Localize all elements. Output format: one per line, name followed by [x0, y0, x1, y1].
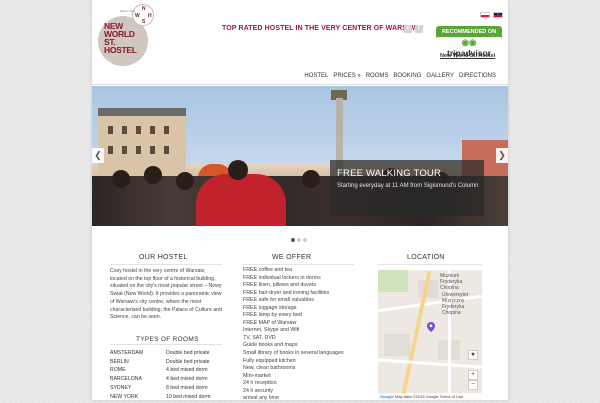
list-item: arrival any time: [243, 395, 279, 402]
chevron-right-icon: ❯: [498, 150, 506, 160]
list-item: FREE coffee and tea: [243, 267, 293, 273]
list-item: FREE safe for small valuables: [243, 297, 314, 304]
list-item: BARCELONA 4 bed mixed dorm: [110, 375, 226, 384]
nav-booking[interactable]: BOOKING: [393, 73, 421, 79]
polish-flag-icon[interactable]: [480, 12, 490, 18]
tagline: TOP RATED HOSTEL IN THE VERY CENTER OF W…: [222, 25, 419, 32]
map-footer: Google Map data ©2016 Google Terms of Us…: [378, 393, 482, 400]
page-container: NEW WORLD ST. HOSTEL N W H S Patron Org …: [92, 0, 508, 403]
zoom-out-button[interactable]: −: [468, 380, 478, 390]
hero-slider[interactable]: ❮ ❯ FREE WALKING TOUR Starting everyday …: [92, 86, 508, 226]
list-item: 24 h reception: [243, 380, 277, 387]
zoom-in-button[interactable]: +: [468, 370, 478, 380]
divider: [378, 264, 482, 265]
location-title: LOCATION: [407, 254, 445, 261]
room-type: 4 bed mixed dorm: [166, 376, 208, 383]
slide-caption: FREE WALKING TOUR Starting everyday at 1…: [330, 160, 484, 216]
compass-badge-icon: N W H S: [132, 4, 154, 26]
badge-letter: W: [135, 13, 140, 19]
hostel-logo[interactable]: NEW WORLD ST. HOSTEL N W H S Patron Org: [98, 4, 156, 66]
list-item: AMSTERDAM Double bed private: [110, 349, 226, 358]
nav-hostel[interactable]: HOSTEL: [304, 73, 328, 79]
logo-line: HOSTEL: [104, 45, 137, 55]
chevron-left-icon: ❮: [94, 150, 102, 160]
slider-prev-button[interactable]: ❮: [92, 148, 104, 163]
list-item: BERLIN Double bed private: [110, 358, 226, 367]
badge-small-text: Patron Org: [120, 9, 135, 13]
room-type: Double bed private: [166, 358, 210, 365]
room-name: SYDNEY: [110, 384, 132, 391]
tripadvisor-link[interactable]: New World St. Hostel: [440, 53, 495, 59]
main-nav: HOSTEL PRICES » ROOMS BOOKING GALLERY DI…: [304, 73, 496, 79]
room-type: 4 bed mixed dorm: [166, 367, 208, 374]
badge-letter: H: [148, 13, 152, 19]
rooms-list: AMSTERDAM Double bed private BERLIN Double…: [110, 349, 226, 401]
list-item: Fully equipped kitchen: [243, 357, 296, 364]
slide-photo-person: [196, 174, 286, 226]
list-item: Guide books and maps: [243, 342, 298, 349]
list-item: 24 h security: [243, 387, 274, 394]
room-name: ROME: [110, 367, 126, 374]
map-terms-link[interactable]: Terms of Use: [440, 394, 464, 399]
list-item: FREE hair-dryer and ironing facilities: [243, 289, 330, 296]
our-hostel-text: Cosy hostel in the very centre of Warsaw…: [110, 268, 222, 321]
map-data-attribution: Map data ©2016 Google: [394, 394, 439, 399]
caption-title: FREE WALKING TOUR: [337, 168, 442, 179]
list-item: Small library of books in several langua…: [243, 350, 344, 357]
divider: [242, 264, 354, 265]
badge-letter: N: [142, 6, 146, 12]
tripadvisor-recommended-text: RECOMMENDED ON: [441, 29, 497, 35]
map-label-museum: Muzeum Fryderyka Chopina: [440, 273, 463, 291]
divider: [110, 344, 222, 345]
slider-pagination: [291, 238, 307, 242]
nav-prices[interactable]: PRICES »: [333, 73, 360, 79]
room-name: BARCELONA: [110, 376, 142, 383]
our-hostel-title: OUR HOSTEL: [139, 254, 188, 261]
rooms-title: TYPES OF ROOMS: [136, 336, 199, 343]
facebook-icon[interactable]: f: [415, 25, 423, 33]
divider: [110, 264, 222, 265]
list-item: SYDNEY 8 bed mixed dorm: [110, 384, 226, 393]
map-pin-icon[interactable]: [427, 322, 435, 332]
owl-icon: ◉◉: [461, 37, 477, 47]
slider-next-button[interactable]: ❯: [496, 148, 508, 163]
google-logo: Google: [380, 394, 394, 399]
slider-dot[interactable]: [303, 238, 307, 242]
list-item: New, clean bathrooms: [243, 365, 296, 372]
location-map[interactable]: Muzeum Fryderyka Chopina Uniwersytet Muz…: [378, 270, 482, 400]
list-item: FREE individual lockers in dorms: [243, 274, 321, 281]
we-offer-list: FREE coffee and tea FREE individual lock…: [243, 267, 344, 403]
pegman-icon[interactable]: ●: [468, 350, 478, 360]
map-label-university: Uniwersytet Muzyczny Fryderyka Chopina: [442, 292, 469, 316]
list-item: TV, SAT, DVD: [243, 334, 276, 341]
tripadvisor-badge[interactable]: RECOMMENDED ON ◉◉ tripadvisor: [436, 26, 502, 58]
room-type: 8 bed mixed dorm: [166, 384, 208, 391]
slider-dot[interactable]: [291, 238, 295, 242]
nav-directions[interactable]: DIRECTIONS: [459, 73, 496, 79]
logo-text: NEW WORLD ST. HOSTEL: [104, 22, 137, 55]
room-name: AMSTERDAM: [110, 350, 144, 356]
list-item: FREE MAP of Warsaw: [243, 319, 297, 326]
nav-divider: [92, 84, 508, 85]
room-type: Double bed private: [166, 350, 210, 356]
slider-dot[interactable]: [297, 238, 301, 242]
language-switcher: [480, 12, 503, 18]
list-item: ROME 4 bed mixed dorm: [110, 366, 226, 375]
nav-rooms[interactable]: ROOMS: [366, 73, 389, 79]
list-item: FREE linen, pillows and duvets: [243, 282, 317, 289]
list-item: Mini-market: [243, 372, 271, 379]
we-offer-title: WE OFFER: [272, 254, 312, 261]
list-item: Internet, Skype and Wifi: [243, 327, 300, 334]
room-name: BERLIN: [110, 358, 129, 365]
badge-letter: S: [142, 19, 146, 25]
list-item: FREE lamp by every bed: [243, 312, 302, 319]
nav-gallery[interactable]: GALLERY: [426, 73, 454, 79]
social-links: t f: [404, 25, 423, 33]
caption-text: Starting everyday at 11 AM from Sigismun…: [337, 183, 479, 189]
english-flag-icon[interactable]: [493, 12, 503, 18]
list-item: FREE luggage storage: [243, 304, 297, 311]
twitter-icon[interactable]: t: [404, 25, 412, 33]
